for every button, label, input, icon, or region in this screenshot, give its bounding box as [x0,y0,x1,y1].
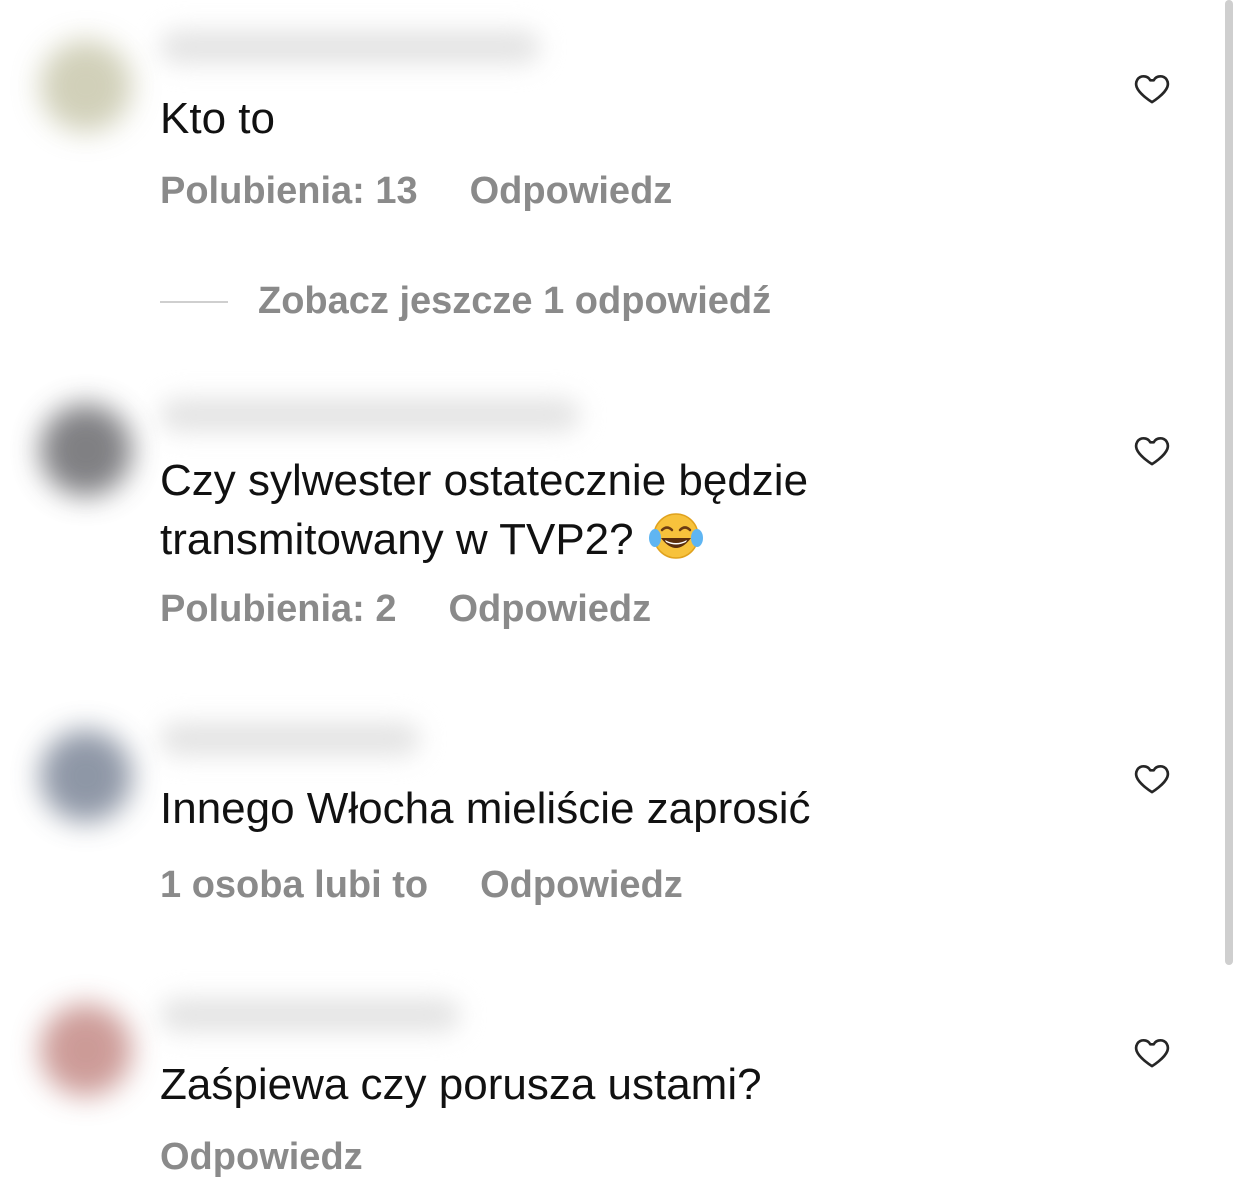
view-more-replies-button[interactable]: Zobacz jeszcze 1 odpowiedź [160,280,771,323]
comment-item: Czy sylwester ostatecznie będzie transmi… [0,380,1220,680]
comment-text: Innego Włocha mieliście zaprosić [160,784,811,833]
scrollbar[interactable] [1225,0,1233,965]
comment-text-content: Czy sylwester ostatecznie będzie transmi… [160,456,809,564]
username-redacted[interactable] [160,998,460,1032]
avatar[interactable] [40,404,132,496]
comment-meta: Polubienia: 13 Odpowiedz [160,170,672,213]
comment-text: Kto to [160,94,275,143]
avatar[interactable] [40,40,132,132]
avatar[interactable] [40,1004,132,1096]
view-more-replies-label: Zobacz jeszcze 1 odpowiedź [258,280,772,322]
heart-icon[interactable] [1132,1032,1172,1072]
comment-meta: Polubienia: 2 Odpowiedz [160,588,651,631]
reply-button[interactable]: Odpowiedz [470,170,673,213]
reply-button[interactable]: Odpowiedz [160,1136,363,1179]
heart-icon[interactable] [1132,430,1172,470]
face-with-tears-of-joy-icon [648,513,703,559]
comment-item: Kto to Polubienia: 13 Odpowiedz Zobacz j… [0,0,1220,360]
comment-meta: 1 osoba lubi to Odpowiedz [160,864,683,907]
likes-count[interactable]: Polubienia: 2 [160,588,396,631]
comment-text: Zaśpiewa czy porusza ustami? [160,1060,762,1109]
heart-icon[interactable] [1132,68,1172,108]
username-redacted[interactable] [160,30,540,64]
comment-meta: Odpowiedz [160,1136,363,1179]
likes-count[interactable]: Polubienia: 13 [160,170,418,213]
username-redacted[interactable] [160,722,420,756]
comment-item: Zaśpiewa czy porusza ustami? Odpowiedz [0,980,1220,1190]
comment-item: Innego Włocha mieliście zaprosić 1 osoba… [0,700,1220,960]
heart-icon[interactable] [1132,758,1172,798]
likes-count[interactable]: 1 osoba lubi to [160,864,428,907]
divider-line [160,300,228,303]
avatar[interactable] [40,730,132,822]
comment-text: Czy sylwester ostatecznie będzie transmi… [160,452,808,569]
reply-button[interactable]: Odpowiedz [448,588,651,631]
reply-button[interactable]: Odpowiedz [480,864,683,907]
username-redacted[interactable] [160,398,580,432]
